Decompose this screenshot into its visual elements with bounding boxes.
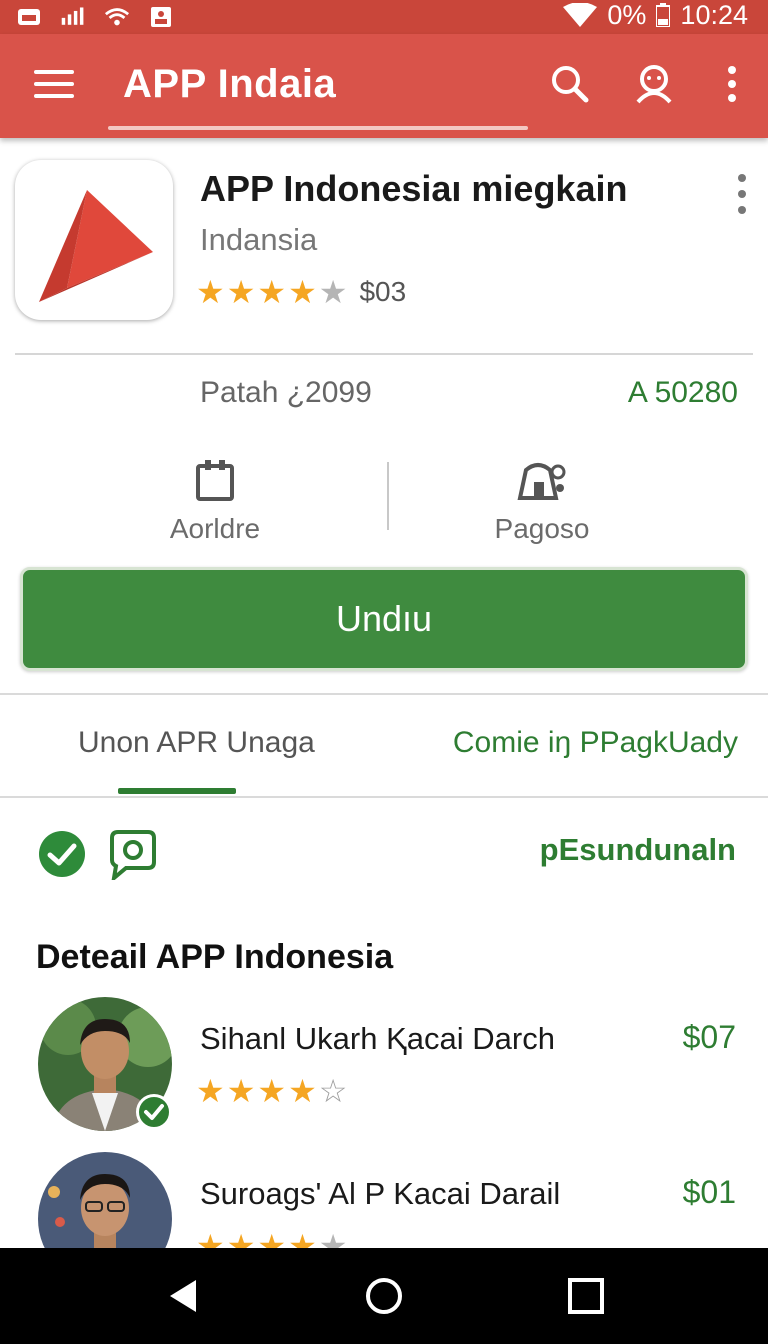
- status-bar: 0% 10:24: [0, 0, 768, 34]
- star-outline-icon: ☆: [318, 1073, 348, 1109]
- divider: [15, 353, 753, 355]
- clock: 10:24: [680, 0, 748, 30]
- star-full-icon: ★: [257, 1073, 287, 1109]
- verified-badge-icon: [136, 1094, 172, 1130]
- clipboard-icon: [196, 460, 234, 501]
- account-icon[interactable]: [632, 62, 676, 106]
- more-vert-icon[interactable]: [712, 62, 752, 106]
- more-vert-icon[interactable]: [732, 172, 752, 218]
- star-full-icon: ★: [196, 274, 225, 310]
- app-icon: [15, 160, 173, 320]
- tab-indicator: [118, 788, 236, 794]
- chat-icon[interactable]: [108, 828, 158, 880]
- divider: [0, 693, 768, 695]
- review-rating: ★ ★ ★ ★ ☆: [196, 1075, 347, 1107]
- star-full-icon: ★: [226, 274, 256, 310]
- review-amount: $01: [682, 1174, 736, 1210]
- recents-icon[interactable]: [566, 1276, 606, 1316]
- meta-right: A 50280: [627, 376, 738, 409]
- status-right: 0% 10:24: [563, 0, 748, 30]
- action-aorldre[interactable]: Aorldre: [115, 460, 315, 545]
- check-circle-icon: [39, 831, 85, 877]
- star-empty-icon: ★: [318, 274, 348, 310]
- reviewer-name: Sihanl Ukarh Ⱪacai Darch: [200, 1021, 555, 1056]
- app-bar: APP Indaia: [0, 34, 768, 138]
- wifi-full-icon: [563, 3, 598, 27]
- battery-icon: [656, 3, 671, 27]
- signal-icon: [61, 7, 84, 25]
- divider: [0, 796, 768, 798]
- star-full-icon: ★: [196, 1073, 225, 1109]
- section-link[interactable]: pEsundunaln: [540, 832, 736, 868]
- app-price: $03: [359, 276, 407, 307]
- status-left-icons: [16, 2, 174, 32]
- image-icon: [151, 7, 171, 27]
- play-arrow-logo: [39, 190, 153, 302]
- title-underline: [108, 126, 528, 130]
- install-button[interactable]: Undıu: [20, 567, 748, 671]
- menu-icon[interactable]: [34, 70, 74, 100]
- back-icon[interactable]: [164, 1276, 204, 1316]
- app-developer[interactable]: Indansia: [200, 222, 317, 258]
- action-label: Pagoso: [494, 513, 590, 544]
- search-icon[interactable]: [548, 62, 592, 106]
- action-pagoso[interactable]: Pagoso: [442, 460, 642, 545]
- meta-left: Patah ¿2099: [200, 376, 372, 409]
- navigation-bar: [0, 1248, 768, 1344]
- review-amount: $07: [682, 1019, 736, 1055]
- badge-icon: [517, 463, 566, 500]
- star-full-icon: ★: [226, 1073, 256, 1109]
- app-name: APP Indonesiaı miegkain: [200, 168, 628, 209]
- action-label: Aorldre: [169, 513, 261, 544]
- reviewer-name: Suroags' Al P Kacai Darail: [200, 1176, 561, 1211]
- wifi-icon: [104, 8, 130, 26]
- app-bar-title: APP Indaia: [123, 62, 337, 106]
- star-full-icon: ★: [257, 274, 287, 310]
- tab-comie-in-ppagkuady[interactable]: Comie iŋ PPagkUady: [453, 726, 738, 760]
- app-rating: ★ ★ ★ ★ ★ $03: [196, 276, 406, 308]
- battery-percent: 0%: [607, 0, 647, 30]
- list-item[interactable]: Sihanl Ukarh Ⱪacai Darch $07 ★ ★ ★ ★ ☆: [0, 997, 768, 1147]
- tab-unon-apr-unaga[interactable]: Unon APR Unaga: [78, 726, 315, 760]
- vertical-divider: [387, 462, 389, 530]
- section-title: Deteail APP Indonesia: [36, 938, 394, 976]
- star-full-icon: ★: [288, 274, 317, 310]
- home-icon[interactable]: [364, 1276, 404, 1316]
- star-full-icon: ★: [288, 1073, 317, 1109]
- notification-icon: [18, 9, 40, 25]
